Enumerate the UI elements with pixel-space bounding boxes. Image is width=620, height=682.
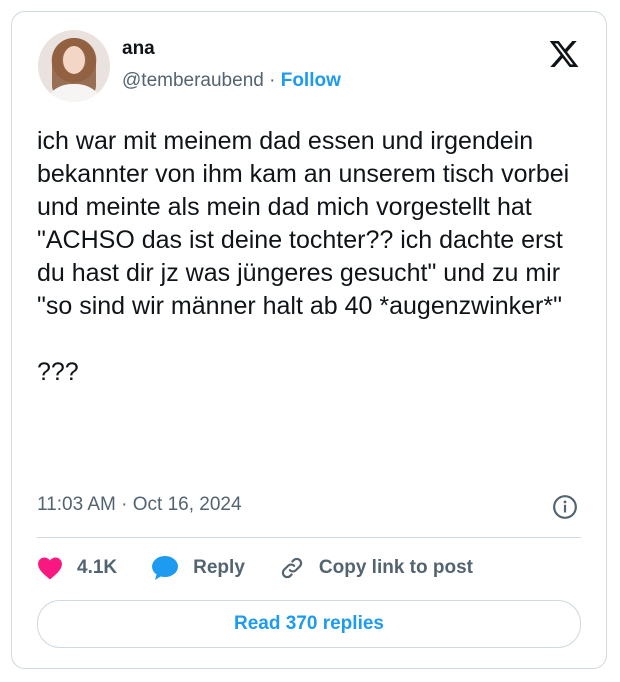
read-replies-button[interactable]: Read 370 replies	[37, 600, 581, 648]
handle-separator: ·	[269, 70, 276, 91]
link-icon	[281, 557, 303, 579]
like-count: 4.1K	[77, 557, 118, 578]
info-icon[interactable]	[552, 494, 578, 520]
avatar[interactable]	[38, 30, 110, 102]
tweet-text: ich war mit meinem dad essen und irgende…	[37, 127, 570, 386]
reply-button[interactable]: Reply	[151, 555, 245, 581]
heart-icon	[38, 557, 62, 580]
speech-bubble-icon	[152, 556, 179, 580]
reply-label: Reply	[193, 557, 245, 578]
action-bar: 4.1K Reply Copy link to post	[37, 554, 507, 582]
copy-link-button[interactable]: Copy link to post	[279, 555, 473, 581]
avatar-face	[63, 46, 85, 74]
author-handle-row: @temberaubend · Follow	[122, 70, 341, 92]
follow-button[interactable]: Follow	[281, 70, 341, 91]
tweet-card: ana @temberaubend · Follow ich war mit m…	[11, 11, 607, 669]
author-name[interactable]: ana	[122, 38, 155, 60]
like-button[interactable]: 4.1K	[37, 556, 117, 580]
tweet-timestamp[interactable]: 11:03 AM · Oct 16, 2024	[37, 494, 242, 516]
divider	[37, 537, 581, 538]
copy-link-label: Copy link to post	[318, 557, 473, 578]
x-logo-icon[interactable]	[548, 38, 580, 70]
author-handle[interactable]: @temberaubend	[122, 70, 264, 91]
